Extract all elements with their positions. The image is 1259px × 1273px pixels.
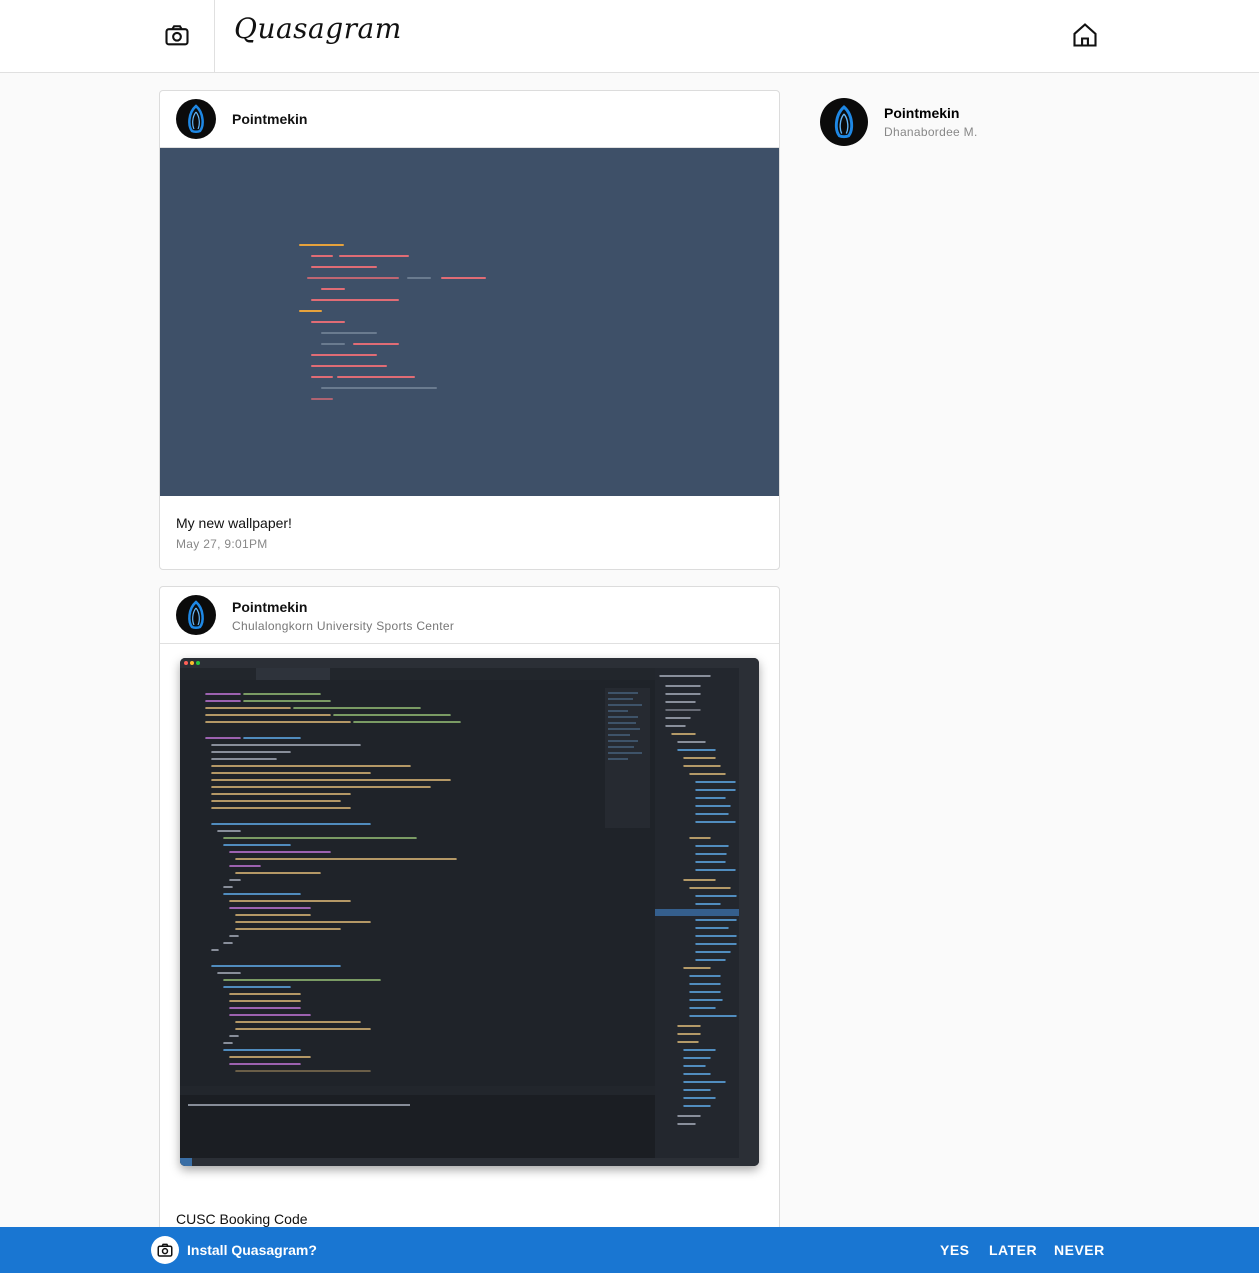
home-button[interactable] [1066, 16, 1104, 54]
post-card: Pointmekin My new wallpaper! May 27, 9:0… [159, 90, 780, 570]
camera-button[interactable] [158, 16, 196, 54]
avatar[interactable] [176, 99, 216, 139]
later-button[interactable]: LATER [989, 1242, 1037, 1258]
post-header: Pointmekin Chulalongkorn University Spor… [160, 587, 779, 644]
code-wallpaper-art [299, 244, 486, 400]
camera-icon [165, 25, 189, 46]
vscode-screenshot [180, 658, 759, 1166]
post-image-screenshot [160, 644, 779, 1204]
sidebar-username: Pointmekin [884, 105, 960, 121]
never-button[interactable]: NEVER [1054, 1242, 1105, 1258]
avatar-flame-icon [834, 105, 854, 139]
yes-button[interactable]: YES [940, 1242, 970, 1258]
sidebar-fullname: Dhanabordee M. [884, 125, 978, 139]
avatar[interactable] [176, 595, 216, 635]
post-header: Pointmekin [160, 91, 779, 148]
app-brand[interactable]: Quasagram [234, 12, 402, 45]
app-header: Quasagram [0, 0, 1259, 73]
banner-app-icon [151, 1236, 179, 1264]
post-location[interactable]: Chulalongkorn University Sports Center [232, 619, 454, 633]
install-prompt-text: Install Quasagram? [187, 1242, 317, 1258]
post-caption: CUSC Booking Code [176, 1211, 308, 1227]
header-divider [214, 0, 215, 72]
editor-art [180, 658, 759, 1166]
post-username[interactable]: Pointmekin [232, 111, 307, 127]
post-caption: My new wallpaper! [176, 515, 292, 531]
avatar[interactable] [820, 98, 868, 146]
avatar-flame-icon [188, 600, 204, 629]
post-timestamp: May 27, 9:01PM [176, 537, 268, 551]
home-icon [1073, 23, 1097, 47]
install-banner: Install Quasagram? YES LATER NEVER [0, 1227, 1259, 1273]
camera-icon [157, 1243, 173, 1257]
post-username[interactable]: Pointmekin [232, 599, 307, 615]
post-card: Pointmekin Chulalongkorn University Spor… [159, 586, 780, 1248]
avatar-flame-icon [188, 104, 204, 133]
post-image-wallpaper [160, 148, 779, 496]
